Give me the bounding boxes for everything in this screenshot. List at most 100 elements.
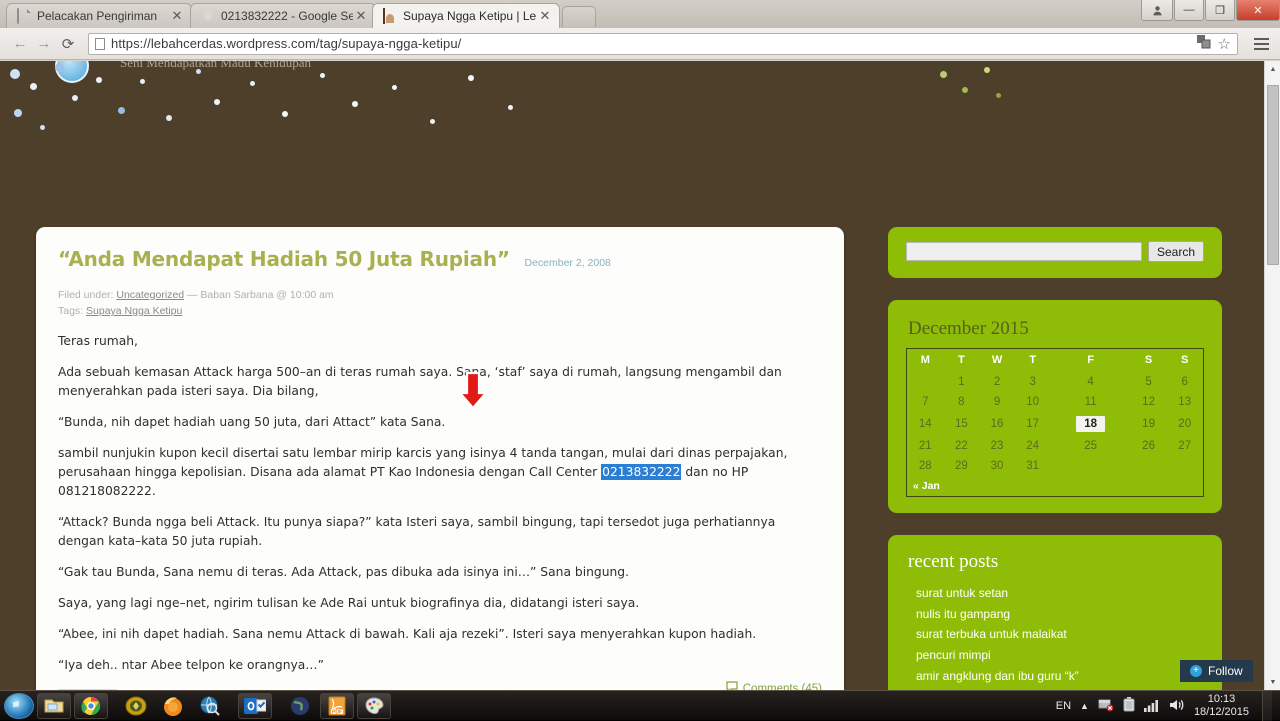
back-icon[interactable]: ←: [8, 32, 32, 56]
weekday-header: T: [1029, 354, 1037, 366]
calendar-week-row: 7 8 9 10 11 12 13: [907, 392, 1204, 412]
browser-tab-2[interactable]: Supaya Ngga Ketipu | Leb ✕: [372, 3, 560, 28]
list-item[interactable]: surat terbuka untuk malaikat: [906, 624, 1204, 645]
taskbar-clock[interactable]: 10:13 18/12/2015: [1194, 693, 1249, 718]
calendar-day: [907, 372, 944, 392]
firefox-icon[interactable]: [156, 693, 190, 719]
calendar-day: 21: [918, 440, 932, 452]
weekday-header: T: [958, 354, 965, 366]
search-globe-icon[interactable]: [193, 693, 227, 719]
browser-tab-0[interactable]: Pelacakan Pengiriman ✕: [6, 3, 192, 28]
post-title-0[interactable]: “Anda Mendapat Hadiah 50 Juta Rupiah”: [58, 245, 516, 272]
selected-phone-number[interactable]: 0213832222: [601, 463, 682, 480]
paragraph: “Attack? Bunda ngga beli Attack. Itu pun…: [58, 514, 776, 548]
scroll-down-arrow-icon[interactable]: ▼: [1265, 674, 1280, 690]
calendar-week-row: 28 29 30 31: [907, 456, 1204, 476]
page-scrollbar[interactable]: ▲ ▼: [1264, 61, 1280, 690]
show-hidden-icons-icon[interactable]: ▲: [1080, 701, 1089, 711]
language-indicator[interactable]: EN: [1056, 700, 1071, 712]
page-viewport: Seni Mendapatkan Madu Kehidupan “Anda Me…: [0, 61, 1280, 690]
new-tab-button[interactable]: [562, 6, 596, 27]
outlook-icon[interactable]: [238, 693, 272, 719]
follow-button[interactable]: + Follow: [1180, 660, 1253, 682]
red-arrow-annotation-icon: [457, 371, 489, 411]
paint-icon[interactable]: [357, 693, 391, 719]
user-profile-button[interactable]: [1141, 0, 1173, 21]
signal-icon[interactable]: [1143, 698, 1160, 715]
calendar-day: 23: [990, 440, 1004, 452]
list-item[interactable]: amir angklung dan ibu guru “k”: [906, 665, 1204, 686]
weekday-header: W: [991, 354, 1003, 366]
address-bar[interactable]: https://lebahcerdas.wordpress.com/tag/su…: [88, 32, 1238, 55]
show-desktop-button[interactable]: [1262, 691, 1272, 721]
calendar-day: [1131, 456, 1167, 476]
reload-icon[interactable]: ⟳: [56, 32, 80, 56]
weekday-header: S: [1144, 354, 1153, 366]
paragraph: “Abee, ini nih dapet hadiah. Sana nemu A…: [58, 627, 757, 642]
tab-close-icon[interactable]: ✕: [353, 8, 369, 24]
list-item[interactable]: pencuri mimpi: [906, 645, 1204, 666]
filed-under-label: Filed under:: [58, 289, 114, 301]
category-link[interactable]: Uncategorized: [116, 289, 184, 301]
avatar-icon: [383, 8, 397, 24]
forward-icon[interactable]: →: [32, 32, 56, 56]
earth-browser-icon[interactable]: [283, 693, 317, 719]
tab-close-icon[interactable]: ✕: [169, 8, 185, 24]
calendar-day: 5: [1145, 376, 1152, 388]
calendar-prev-link[interactable]: « Jan: [907, 476, 1204, 497]
post-date-0: December 2, 2008: [524, 257, 611, 269]
calendar-day: 2: [993, 376, 1001, 388]
tab-label: 0213832222 - Google Sea: [221, 9, 353, 23]
battery-icon[interactable]: [1123, 697, 1135, 715]
search-input[interactable]: [906, 242, 1142, 261]
google-chrome-icon[interactable]: [74, 693, 108, 719]
windows-start-orb-icon[interactable]: [4, 693, 34, 719]
volume-icon[interactable]: [1169, 698, 1185, 715]
window-controls: — ❐ ✕: [1140, 0, 1280, 24]
tags-label: Tags:: [58, 305, 84, 318]
tab-close-icon[interactable]: ✕: [537, 8, 553, 24]
maximize-button[interactable]: ❐: [1205, 0, 1235, 21]
chrome-menu-icon[interactable]: [1250, 37, 1272, 50]
paragraph-with-selection: sambil nunjukin kupon kecil disertai sat…: [58, 444, 822, 501]
paragraph: Ada sebuah kemasan Attack harga 500–an d…: [58, 364, 782, 398]
calendar-day: 30: [990, 460, 1004, 472]
clock-date: 18/12/2015: [1193, 706, 1249, 718]
calendar-day: 26: [1142, 440, 1155, 452]
scrollbar-thumb[interactable]: [1267, 85, 1279, 265]
calendar-day: 20: [1178, 418, 1192, 430]
calendar-day: 17: [1026, 418, 1040, 430]
clock-time: 10:13: [1207, 693, 1236, 706]
calendar-week-row: 21 22 23 24 25 26 27: [907, 436, 1204, 456]
pdf-reader-icon[interactable]: PDF: [320, 693, 354, 719]
network-flag-icon[interactable]: [1098, 698, 1114, 715]
close-button[interactable]: ✕: [1236, 0, 1280, 21]
recent-posts-list: surat untuk setan nulis itu gampang sura…: [906, 583, 1204, 690]
chrome-browser-window: Pelacakan Pengiriman ✕ 0213832222 - Goog…: [0, 0, 1280, 690]
calendar-day: 13: [1178, 396, 1192, 408]
calendar-day: 16: [990, 418, 1004, 430]
calendar-day: 27: [1178, 440, 1192, 452]
translate-icon[interactable]: [1196, 35, 1211, 52]
calendar-day: 24: [1026, 440, 1040, 452]
browser-tab-1[interactable]: 0213832222 - Google Sea ✕: [190, 3, 376, 28]
paragraph: “Bunda, nih dapet hadiah uang 50 juta, d…: [58, 414, 446, 429]
system-tray: EN ▲ 10:13 18/12/2015: [1056, 691, 1280, 721]
minimize-button[interactable]: —: [1174, 0, 1204, 21]
file-explorer-icon[interactable]: [37, 693, 71, 719]
post-body-0: Teras rumah, Ada sebuah kemasan Attack h…: [58, 332, 822, 676]
list-item[interactable]: surat untuk setan: [906, 583, 1204, 604]
scroll-up-arrow-icon[interactable]: ▲: [1265, 61, 1280, 77]
search-button[interactable]: Search: [1147, 241, 1204, 262]
recent-posts-title: recent posts: [908, 551, 999, 572]
calendar-day: 29: [954, 460, 968, 472]
comments-link-0[interactable]: Comments (45): [726, 681, 822, 690]
author-time: — Baban Sarbana @ 10:00 am: [187, 289, 334, 301]
page-info-icon[interactable]: [95, 37, 105, 50]
bookmark-star-icon[interactable]: ☆: [1218, 35, 1231, 53]
calendar-widget: December 2015 M T W T F S S 1 2 3 4 5 6 …: [888, 300, 1222, 513]
list-item[interactable]: nulis itu gampang: [906, 604, 1204, 625]
tag-link[interactable]: Supaya Ngga Ketipu: [86, 305, 182, 317]
media-player-icon[interactable]: [119, 693, 153, 719]
search-widget: Search: [888, 227, 1222, 278]
